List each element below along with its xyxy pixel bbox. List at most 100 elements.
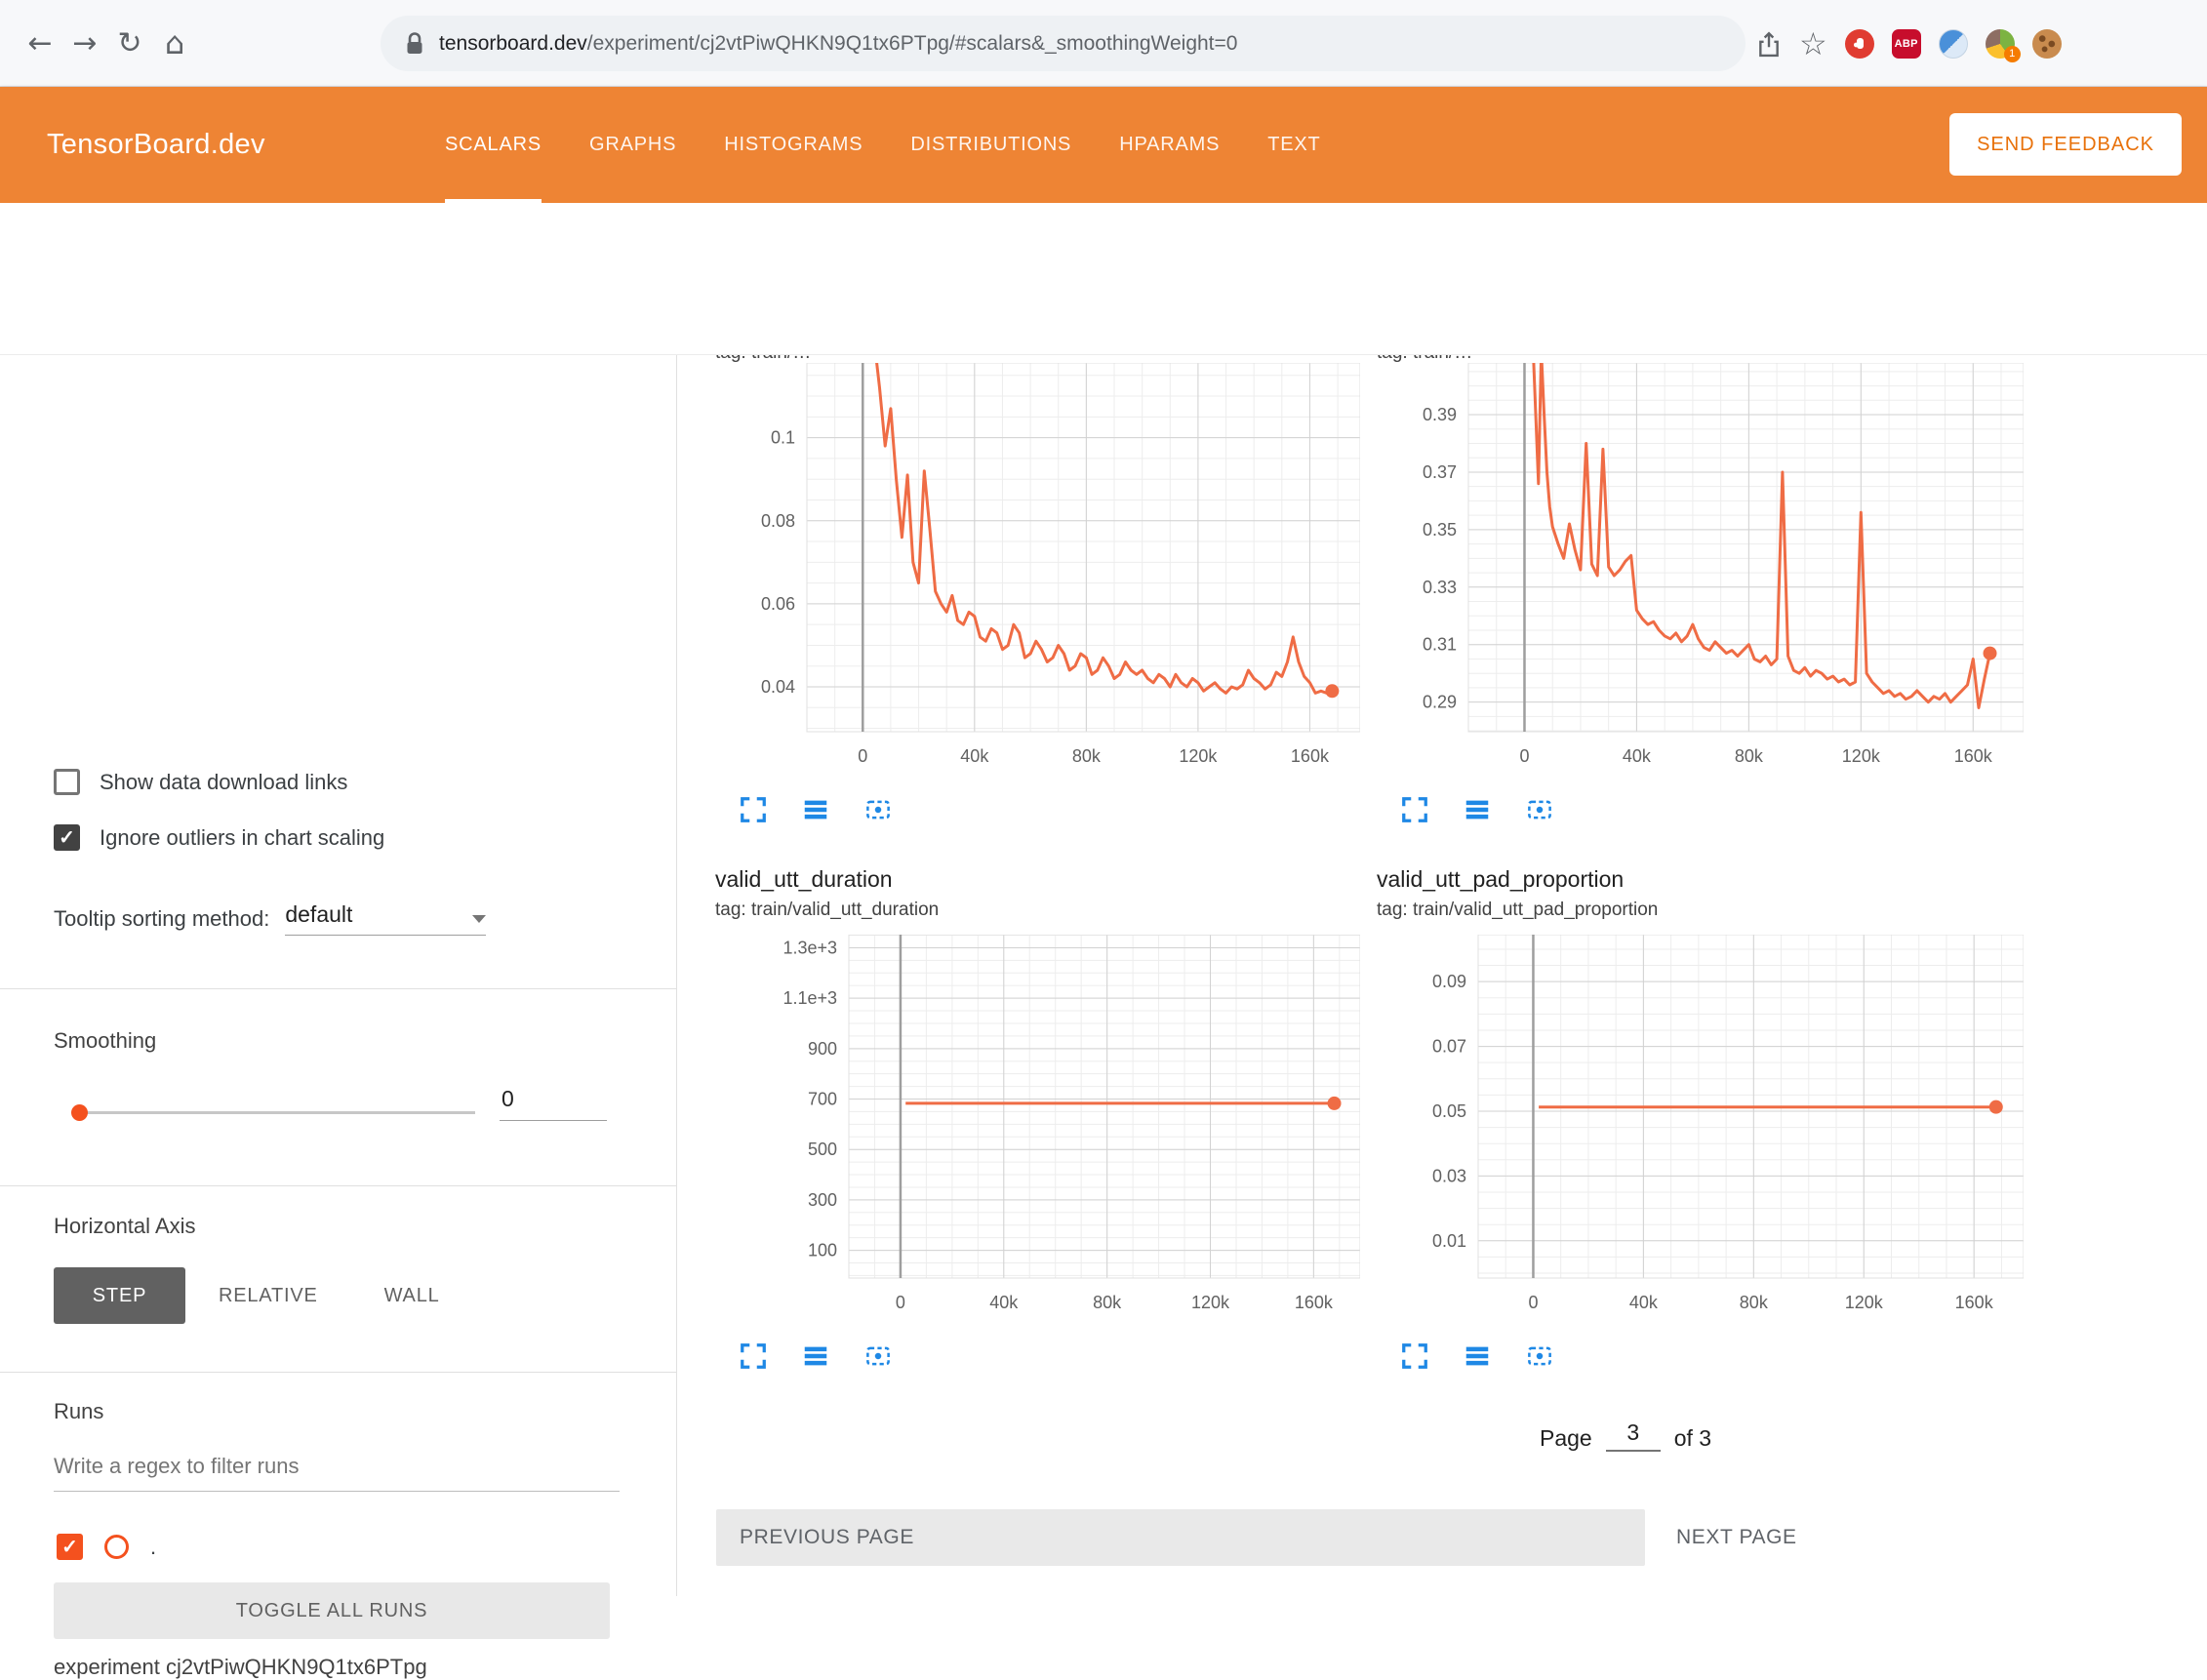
show-download-links-checkbox[interactable]	[54, 769, 80, 795]
chart-toolbar	[739, 1341, 1363, 1371]
fit-domain-icon[interactable]	[1525, 1341, 1554, 1371]
home-icon[interactable]: ⌂	[152, 24, 197, 61]
svg-text:0: 0	[1528, 1293, 1538, 1312]
toolbar-right: ☆ ABP 1	[1756, 0, 2062, 87]
tab-text[interactable]: TEXT	[1267, 87, 1320, 203]
toggle-y-axis-icon[interactable]	[1463, 1341, 1492, 1371]
svg-text:40k: 40k	[960, 746, 989, 766]
chart-card: valid_utt_duration tag: train/valid_utt_…	[715, 866, 1363, 1371]
expand-chart-icon[interactable]	[1400, 795, 1429, 824]
runs-filter-input[interactable]	[54, 1448, 620, 1492]
show-download-links-row: Show data download links	[54, 769, 347, 795]
clipped-chart-tag: tag: train/…	[1377, 355, 2025, 363]
svg-text:0.1: 0.1	[771, 428, 795, 448]
toggle-y-axis-icon[interactable]	[801, 1341, 830, 1371]
svg-text:120k: 120k	[1179, 746, 1218, 766]
ignore-outliers-checkbox[interactable]: ✓	[54, 824, 80, 851]
chart-tag: tag: train/valid_utt_duration	[715, 900, 1363, 921]
svg-text:0: 0	[1519, 746, 1529, 766]
url-text: tensorboard.dev/experiment/cj2vtPiwQHKN9…	[439, 32, 1237, 56]
chart-row-bottom: valid_utt_duration tag: train/valid_utt_…	[715, 866, 2025, 1371]
svg-text:0.35: 0.35	[1423, 520, 1457, 540]
run-name: .	[150, 1535, 156, 1560]
svg-text:1.3e+3: 1.3e+3	[782, 938, 837, 957]
back-icon[interactable]: ←	[18, 26, 62, 60]
scalar-chart-0[interactable]: 040k80k120k160k0.040.060.080.1	[715, 363, 1363, 781]
next-page-button[interactable]: NEXT PAGE	[1676, 1509, 1797, 1566]
expand-chart-icon[interactable]	[739, 1341, 768, 1371]
scalar-chart-3[interactable]: 040k80k120k160k0.010.030.050.070.09	[1377, 935, 2025, 1328]
svg-text:160k: 160k	[1291, 746, 1330, 766]
bookmark-star-icon[interactable]: ☆	[1799, 25, 1827, 62]
expand-chart-icon[interactable]	[739, 795, 768, 824]
tab-graphs[interactable]: GRAPHS	[589, 87, 676, 203]
share-icon[interactable]	[1756, 29, 1782, 59]
slider-track	[73, 1111, 475, 1114]
svg-text:700: 700	[808, 1090, 837, 1109]
chart-card: tag: train/… 040k80k120k160k0.290.310.33…	[1377, 355, 2025, 824]
run-row: ✓ .	[57, 1534, 156, 1560]
smoothing-label: Smoothing	[54, 1028, 156, 1054]
ignore-outliers-row: ✓ Ignore outliers in chart scaling	[54, 824, 384, 851]
fit-domain-icon[interactable]	[1525, 795, 1554, 824]
toggle-y-axis-icon[interactable]	[801, 795, 830, 824]
scalar-chart-1[interactable]: 040k80k120k160k0.290.310.330.350.370.39	[1377, 363, 2025, 781]
slider-thumb[interactable]	[71, 1104, 88, 1121]
chart-toolbar	[1400, 795, 2025, 824]
divider	[0, 1185, 676, 1186]
run-checkbox[interactable]: ✓	[57, 1534, 83, 1560]
show-download-links-label: Show data download links	[100, 770, 347, 795]
fit-domain-icon[interactable]	[863, 795, 893, 824]
adblock-extension-icon[interactable]	[1845, 29, 1874, 59]
send-feedback-button[interactable]: SEND FEEDBACK	[1949, 113, 2182, 176]
blue-extension-icon[interactable]	[1939, 29, 1968, 59]
address-bar[interactable]: tensorboard.dev/experiment/cj2vtPiwQHKN9…	[381, 16, 1746, 71]
tab-hparams[interactable]: HPARAMS	[1119, 87, 1220, 203]
nav-tabs: SCALARS GRAPHS HISTOGRAMS DISTRIBUTIONS …	[445, 87, 1321, 203]
svg-text:300: 300	[808, 1190, 837, 1210]
svg-text:160k: 160k	[1295, 1293, 1334, 1312]
forward-icon[interactable]: →	[62, 26, 107, 60]
toggle-all-runs-button[interactable]: TOGGLE ALL RUNS	[54, 1582, 610, 1639]
svg-text:80k: 80k	[1093, 1293, 1122, 1312]
expand-chart-icon[interactable]	[1400, 1341, 1429, 1371]
chart-row-top: tag: train/… 040k80k120k160k0.040.060.08…	[715, 355, 2025, 824]
axis-wall-button[interactable]: WALL	[351, 1267, 473, 1324]
lock-icon	[404, 31, 425, 57]
tab-histograms[interactable]: HISTOGRAMS	[724, 87, 863, 203]
svg-text:0.06: 0.06	[761, 594, 795, 614]
pagination: Page of 3	[1540, 1420, 1711, 1452]
svg-text:120k: 120k	[1842, 746, 1881, 766]
svg-text:80k: 80k	[1740, 1293, 1769, 1312]
page-number-input[interactable]	[1606, 1420, 1661, 1452]
clipped-chart-tag: tag: train/…	[715, 355, 1363, 363]
axis-step-button[interactable]: STEP	[54, 1267, 185, 1324]
chart-card: tag: train/… 040k80k120k160k0.040.060.08…	[715, 355, 1363, 824]
tooltip-sorting-dropdown[interactable]: default	[285, 901, 486, 936]
chart-toolbar	[739, 795, 1363, 824]
reload-icon[interactable]: ↻	[107, 26, 152, 60]
chevron-down-icon	[472, 915, 486, 923]
svg-text:500: 500	[808, 1140, 837, 1159]
tab-distributions[interactable]: DISTRIBUTIONS	[910, 87, 1071, 203]
smoothing-value-input[interactable]	[500, 1082, 607, 1121]
profile-avatar[interactable]: 1	[1986, 29, 2015, 59]
toggle-y-axis-icon[interactable]	[1463, 795, 1492, 824]
fit-domain-icon[interactable]	[863, 1341, 893, 1371]
tooltip-sorting-row: Tooltip sorting method: default	[54, 901, 486, 936]
axis-relative-button[interactable]: RELATIVE	[185, 1267, 351, 1324]
previous-page-button[interactable]: PREVIOUS PAGE	[716, 1509, 1645, 1566]
svg-text:40k: 40k	[989, 1293, 1019, 1312]
cookie-extension-icon[interactable]	[2032, 29, 2062, 59]
scalar-chart-2[interactable]: 040k80k120k160k1003005007009001.1e+31.3e…	[715, 935, 1363, 1328]
svg-text:40k: 40k	[1623, 746, 1652, 766]
svg-text:0: 0	[858, 746, 867, 766]
abp-extension-icon[interactable]: ABP	[1892, 29, 1921, 59]
tab-scalars[interactable]: SCALARS	[445, 87, 542, 203]
smoothing-slider[interactable]	[73, 1104, 475, 1120]
horizontal-axis-label: Horizontal Axis	[54, 1214, 196, 1239]
svg-text:0.03: 0.03	[1432, 1166, 1466, 1185]
check-icon: ✓	[59, 828, 75, 848]
svg-text:1.1e+3: 1.1e+3	[782, 988, 837, 1008]
avatar-badge: 1	[2004, 46, 2021, 62]
